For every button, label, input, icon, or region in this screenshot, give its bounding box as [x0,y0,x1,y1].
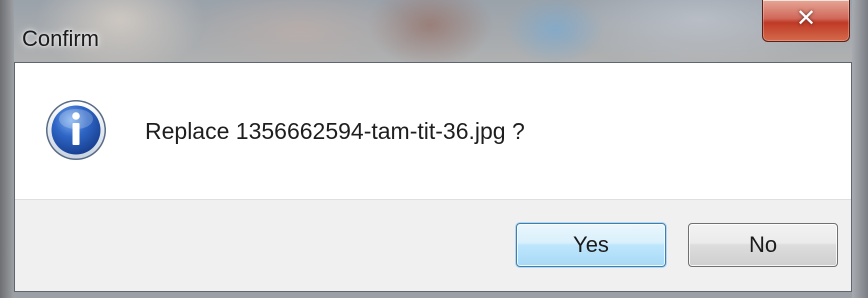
close-icon [796,6,816,30]
dialog-client-area: Replace 1356662594-tam-tit-36.jpg ? Yes … [14,62,852,292]
window-frame-right-edge [852,0,868,298]
no-button[interactable]: No [688,223,838,267]
dialog-message: Replace 1356662594-tam-tit-36.jpg ? [145,118,525,144]
yes-button[interactable]: Yes [516,223,666,267]
dialog-title: Confirm [22,26,100,51]
message-panel: Replace 1356662594-tam-tit-36.jpg ? [15,63,851,200]
close-button[interactable] [762,0,850,42]
window-frame-left-edge [0,0,14,298]
info-icon [46,100,106,160]
